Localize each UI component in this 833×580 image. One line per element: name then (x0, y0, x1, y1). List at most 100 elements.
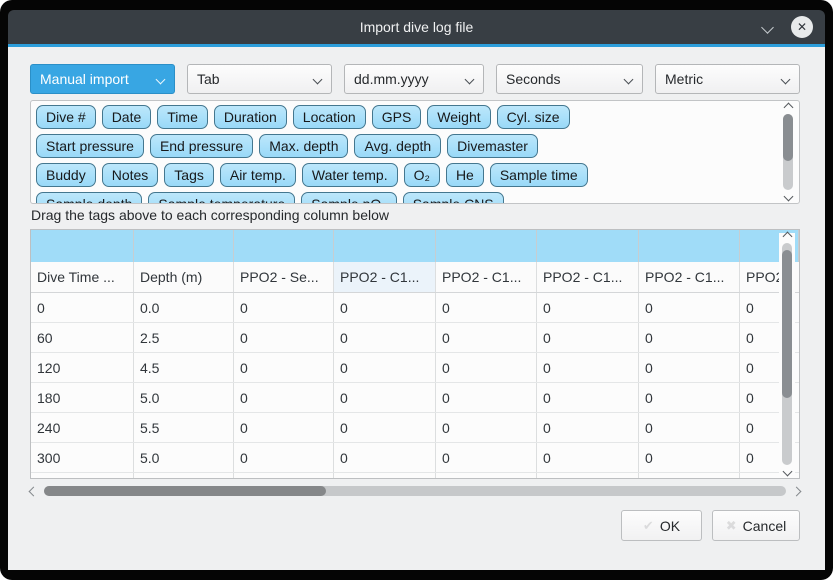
column-header: PPO2 - C1... (436, 262, 537, 292)
tag-avg-depth[interactable]: Avg. depth (354, 134, 441, 158)
tag-water-temp[interactable]: Water temp. (302, 163, 398, 187)
tag-sample-cns[interactable]: Sample CNS (403, 192, 504, 204)
tag-buddy[interactable]: Buddy (36, 163, 96, 187)
scrollbar-thumb[interactable] (783, 114, 793, 161)
chevron-down-icon[interactable] (782, 467, 792, 477)
table-cell: 0 (334, 383, 436, 412)
column-drop-target[interactable] (639, 230, 740, 262)
field-separator-select[interactable]: Tab (187, 64, 332, 94)
column-drop-target[interactable] (234, 230, 334, 262)
table-cell: 0 (234, 443, 334, 472)
column-header: Depth (m) (134, 262, 234, 292)
tag-o2[interactable]: O₂ (404, 163, 440, 187)
tag-tags[interactable]: Tags (164, 163, 214, 187)
tag-start-pressure[interactable]: Start pressure (36, 134, 144, 158)
column-header: PPO2 - C1... (537, 262, 639, 292)
shade-button[interactable] (757, 17, 777, 37)
units-select[interactable]: Metric (655, 64, 800, 94)
chevron-down-icon[interactable] (783, 192, 793, 202)
table-cell: 0 (234, 323, 334, 352)
field-separator-value: Tab (197, 71, 220, 87)
table-row: 240 5.5 0 0 0 0 0 0 (31, 413, 799, 443)
table-cell: 180 (31, 383, 134, 412)
scrollbar-track[interactable] (44, 486, 786, 496)
close-button[interactable]: ✕ (791, 16, 813, 38)
table-cell: 0 (31, 293, 134, 322)
tag-cyl-size[interactable]: Cyl. size (497, 105, 570, 129)
scrollbar-track[interactable] (782, 243, 792, 465)
tag-dive-number[interactable]: Dive # (36, 105, 96, 129)
table-cell: 5.0 (134, 443, 234, 472)
tag-sample-po2[interactable]: Sample pO₂ (301, 192, 396, 204)
table-cell: 0 (639, 353, 740, 382)
column-drop-target[interactable] (334, 230, 436, 262)
table-cell: 0.0 (134, 293, 234, 322)
tag-sample-depth[interactable]: Sample depth (36, 192, 142, 204)
ok-button[interactable]: ✔ OK (621, 510, 702, 541)
chevron-up-icon[interactable] (782, 232, 792, 242)
dialog-body: Manual import Tab dd.mm.yyyy Seconds Met… (8, 47, 825, 570)
table-row: 60 2.5 0 0 0 0 0 0 (31, 323, 799, 353)
date-format-select[interactable]: dd.mm.yyyy (344, 64, 484, 94)
table-row: 180 5.0 0 0 0 0 0 0 (31, 383, 799, 413)
table-cell: 60 (31, 323, 134, 352)
tag-end-pressure[interactable]: End pressure (150, 134, 253, 158)
tag-divemaster[interactable]: Divemaster (447, 134, 538, 158)
options-toolbar: Manual import Tab dd.mm.yyyy Seconds Met… (30, 64, 800, 94)
tag-date[interactable]: Date (102, 105, 152, 129)
tag-row: Start pressure End pressure Max. depth A… (36, 134, 771, 158)
scrollbar-thumb[interactable] (782, 250, 792, 399)
scrollbar-thumb[interactable] (44, 486, 326, 496)
table-cell: 0 (537, 383, 639, 412)
tag-duration[interactable]: Duration (214, 105, 287, 129)
table-cell: 0 (436, 353, 537, 382)
import-preview-table: Dive Time ... Depth (m) PPO2 - Se... PPO… (30, 229, 800, 479)
chevron-down-icon (761, 21, 774, 34)
import-type-select[interactable]: Manual import (30, 64, 175, 94)
tag-row: Dive # Date Time Duration Location GPS W… (36, 105, 771, 129)
column-drop-target[interactable] (436, 230, 537, 262)
table-cell: 0 (234, 293, 334, 322)
table-cell: 0 (639, 383, 740, 412)
table-cell: 0 (234, 383, 334, 412)
table-horizontal-scrollbar[interactable] (30, 483, 800, 499)
tag-location[interactable]: Location (293, 105, 366, 129)
tag-notes[interactable]: Notes (102, 163, 159, 187)
table-vertical-scrollbar[interactable] (779, 233, 795, 475)
drop-target-row (31, 230, 799, 262)
dialog-window: Import dive log file ✕ Manual import Tab… (0, 0, 833, 580)
chevron-right-icon[interactable] (792, 486, 802, 496)
table-cell: 0 (234, 353, 334, 382)
scrollbar-track[interactable] (783, 114, 793, 190)
close-icon: ✕ (797, 20, 807, 34)
tag-gps[interactable]: GPS (372, 105, 422, 129)
table-cell: 0 (639, 413, 740, 442)
tag-max-depth[interactable]: Max. depth (259, 134, 348, 158)
table-cell: 0 (334, 353, 436, 382)
tag-panel-scrollbar[interactable] (780, 104, 796, 200)
column-drop-target[interactable] (134, 230, 234, 262)
tag-he[interactable]: He (446, 163, 484, 187)
chevron-left-icon[interactable] (29, 486, 39, 496)
chevron-up-icon[interactable] (783, 103, 793, 113)
tag-rows: Dive # Date Time Duration Location GPS W… (36, 105, 771, 204)
table-cell: 4.5 (134, 353, 234, 382)
tag-time[interactable]: Time (157, 105, 208, 129)
column-drop-target[interactable] (537, 230, 639, 262)
units-value: Metric (665, 71, 703, 87)
tag-row: Buddy Notes Tags Air temp. Water temp. O… (36, 163, 771, 187)
tag-sample-time[interactable]: Sample time (490, 163, 588, 187)
table-cell: 0 (334, 293, 436, 322)
tag-weight[interactable]: Weight (427, 105, 490, 129)
table-cell: 0 (436, 413, 537, 442)
tag-sample-temperature[interactable]: Sample temperature (148, 192, 295, 204)
column-drop-target[interactable] (31, 230, 134, 262)
table-cell: 120 (31, 353, 134, 382)
table-cell: 0 (537, 293, 639, 322)
duration-format-select[interactable]: Seconds (496, 64, 643, 94)
tag-air-temp[interactable]: Air temp. (220, 163, 296, 187)
cancel-button[interactable]: ✖ Cancel (712, 510, 800, 541)
table-cell: 240 (31, 413, 134, 442)
column-header: PPO2 - Se... (234, 262, 334, 292)
titlebar[interactable]: Import dive log file ✕ (8, 10, 825, 44)
